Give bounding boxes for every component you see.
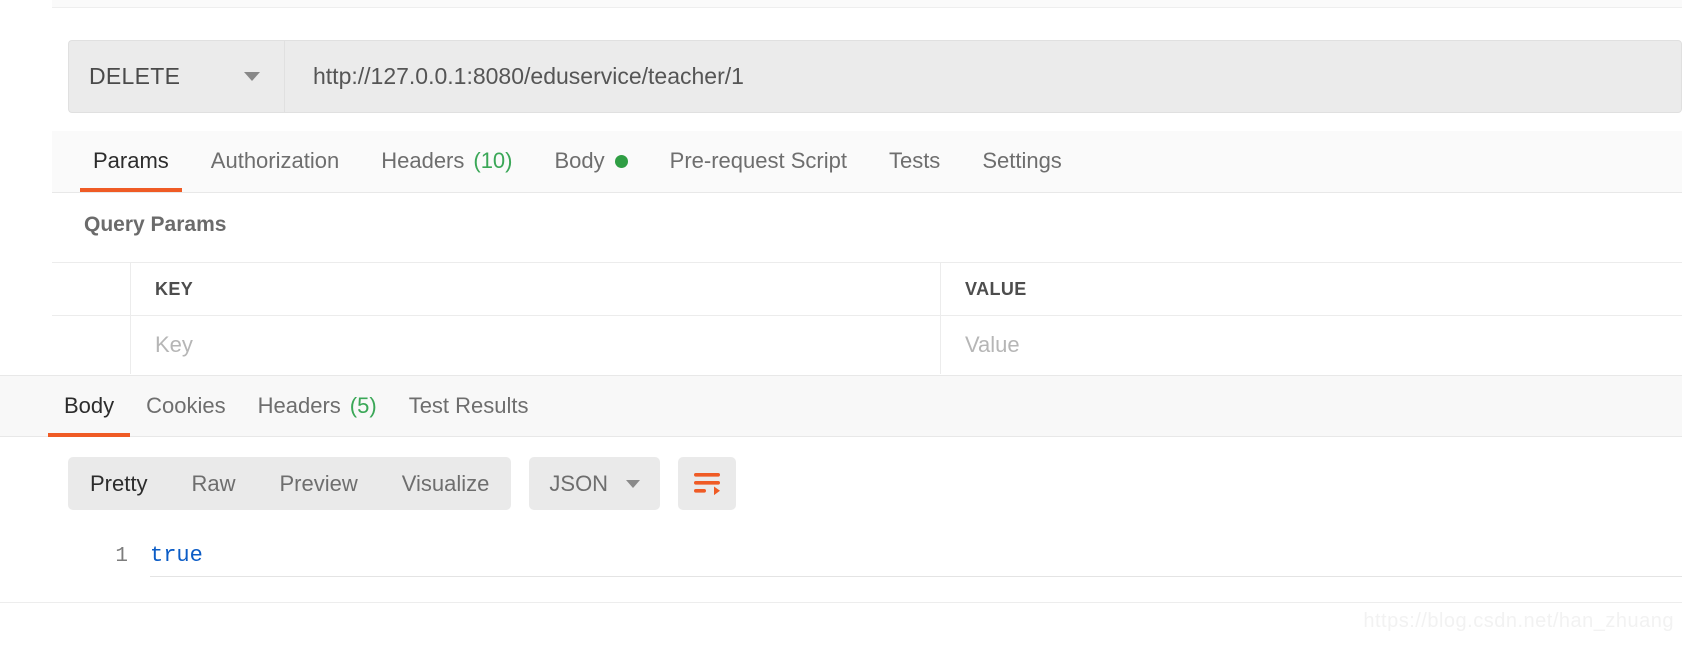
response-tab-headers[interactable]: Headers (5) — [242, 375, 393, 437]
chevron-down-icon — [244, 72, 260, 81]
body-view-visualize[interactable]: Visualize — [380, 457, 512, 510]
word-wrap-button[interactable] — [678, 457, 737, 510]
header-checkbox-cell — [52, 263, 131, 315]
response-tab-test-results-label: Test Results — [408, 393, 529, 418]
tab-body-label: Body — [554, 148, 605, 173]
tab-headers-label: Headers — [381, 148, 465, 173]
response-tab-headers-label: Headers — [257, 393, 341, 418]
http-method-dropdown[interactable]: DELETE — [68, 40, 284, 113]
response-body-code: 1 true — [52, 527, 1682, 585]
body-view-pretty[interactable]: Pretty — [68, 457, 169, 510]
top-strip-left-pad — [0, 0, 52, 8]
tab-authorization-label: Authorization — [210, 148, 340, 173]
body-view-visualize-label: Visualize — [401, 470, 490, 496]
table-header-row: KEY VALUE — [52, 263, 1682, 316]
response-tab-bar: Body Cookies Headers (5) Test Results — [0, 375, 1682, 437]
request-url-input[interactable]: http://127.0.0.1:8080/eduservice/teacher… — [284, 40, 1682, 113]
request-url-bar: DELETE http://127.0.0.1:8080/eduservice/… — [68, 40, 1682, 113]
body-view-preview[interactable]: Preview — [257, 457, 379, 510]
response-tab-cookies-label: Cookies — [146, 393, 226, 418]
response-tab-headers-count: (5) — [349, 393, 377, 418]
tab-params[interactable]: Params — [72, 130, 190, 192]
bottom-divider — [0, 602, 1682, 603]
body-view-pretty-label: Pretty — [90, 470, 148, 496]
tab-headers-count: (10) — [473, 148, 513, 173]
response-tab-body[interactable]: Body — [48, 375, 131, 437]
request-tab-bar: Params Authorization Headers (10) Body P… — [52, 131, 1682, 193]
param-key-placeholder: Key — [155, 332, 193, 357]
response-tab-body-label: Body — [64, 393, 115, 418]
tab-tests[interactable]: Tests — [868, 130, 961, 192]
response-tab-test-results[interactable]: Test Results — [393, 375, 545, 437]
tab-pre-request-script-label: Pre-request Script — [669, 148, 847, 173]
param-key-input[interactable]: Key — [131, 316, 941, 374]
body-view-raw[interactable]: Raw — [169, 457, 257, 510]
window-top-strip — [0, 0, 1682, 8]
word-wrap-icon — [694, 472, 721, 495]
tab-settings-label: Settings — [982, 148, 1062, 173]
tab-params-label: Params — [93, 148, 169, 173]
http-method-label: DELETE — [89, 63, 181, 89]
response-tab-cookies[interactable]: Cookies — [130, 375, 241, 437]
column-header-value: VALUE — [965, 278, 1027, 299]
code-line[interactable]: true — [150, 535, 1682, 577]
tab-body[interactable]: Body — [534, 130, 649, 192]
line-number: 1 — [115, 544, 128, 568]
body-view-preview-label: Preview — [279, 470, 358, 496]
response-body-toolbar: Pretty Raw Preview Visualize JSON — [68, 457, 737, 510]
chevron-down-icon — [626, 479, 641, 488]
query-params-table: KEY VALUE Key Value — [52, 262, 1682, 374]
body-present-dot-icon — [614, 154, 628, 168]
request-url-text: http://127.0.0.1:8080/eduservice/teacher… — [313, 63, 744, 89]
tab-pre-request-script[interactable]: Pre-request Script — [649, 130, 868, 192]
tab-headers[interactable]: Headers (10) — [360, 130, 533, 192]
postman-window: DELETE http://127.0.0.1:8080/eduservice/… — [0, 0, 1682, 648]
body-view-raw-label: Raw — [191, 470, 236, 496]
watermark-text: https://blog.csdn.net/han_zhuang — [1363, 610, 1674, 632]
left-gutter — [0, 8, 52, 375]
param-value-input[interactable]: Value — [941, 316, 1682, 374]
tab-authorization[interactable]: Authorization — [190, 130, 360, 192]
header-value-cell: VALUE — [941, 263, 1682, 315]
header-key-cell: KEY — [131, 263, 941, 315]
body-view-mode-group: Pretty Raw Preview Visualize — [68, 457, 512, 510]
body-format-label: JSON — [549, 470, 609, 496]
param-value-placeholder: Value — [965, 332, 1020, 357]
query-params-title: Query Params — [84, 213, 227, 236]
body-format-dropdown[interactable]: JSON — [529, 457, 661, 510]
row-checkbox-cell[interactable] — [52, 316, 131, 374]
code-token-value: true — [150, 543, 203, 568]
column-header-key: KEY — [155, 278, 194, 299]
table-row: Key Value — [52, 316, 1682, 374]
tab-tests-label: Tests — [888, 148, 941, 173]
tab-settings[interactable]: Settings — [961, 130, 1083, 192]
